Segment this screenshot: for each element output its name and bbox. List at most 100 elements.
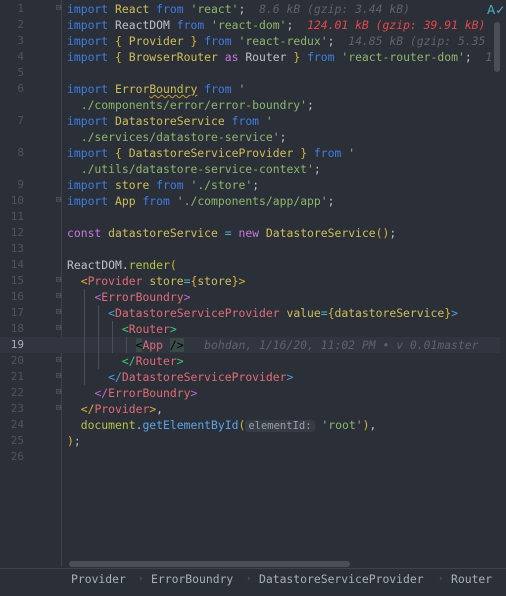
- inline-annotation: bohdan, 1/16/20, 11:02 PM • v 0.01master: [204, 338, 479, 352]
- code-text: <Provider store={store}>: [67, 273, 246, 289]
- code-text: <ErrorBoundry>: [67, 289, 190, 305]
- horizontal-scrollbar[interactable]: [69, 561, 350, 567]
- code-token: (): [375, 226, 390, 240]
- code-line[interactable]: 7 import DatastoreService from ': [0, 113, 500, 129]
- code-line[interactable]: ./components/error/error-boundry';: [0, 97, 500, 113]
- fold-open-icon[interactable]: ⊟: [56, 276, 65, 285]
- spellcheck-icon[interactable]: A✓: [487, 3, 505, 17]
- fold-close-icon[interactable]: ⊟: [56, 372, 65, 381]
- code-token: Router: [245, 50, 294, 64]
- code-token: ;: [327, 194, 335, 208]
- code-token: ./services/datastore-service': [67, 130, 280, 144]
- fold-close-icon[interactable]: ⊟: [56, 196, 65, 205]
- code-text: ReactDOM.render(: [67, 257, 177, 273]
- code-line[interactable]: 9 import store from './store';: [0, 177, 500, 193]
- line-number: 12: [10, 226, 24, 239]
- code-line[interactable]: 8 import { DatastoreServiceProvider } fro…: [0, 145, 500, 161]
- code-token: Boundry: [149, 82, 198, 96]
- line-number: 7: [17, 114, 24, 127]
- line-number: 17: [10, 306, 24, 319]
- code-line[interactable]: 11: [0, 209, 500, 225]
- code-line[interactable]: 14 ReactDOM.render(: [0, 257, 500, 273]
- chevron-right-icon: ›: [438, 574, 444, 584]
- code-text: import { BrowserRouter as Router } from …: [67, 49, 492, 65]
- fold-close-icon[interactable]: ⊟: [56, 356, 65, 365]
- code-token: ': [348, 146, 356, 160]
- code-token: ': [238, 82, 246, 96]
- code-line[interactable]: 21 ⊟ </DatastoreServiceProvider>: [0, 369, 500, 385]
- code-token: </: [94, 386, 109, 400]
- code-token: store: [149, 274, 184, 288]
- code-line[interactable]: 24 document.getElementById(elementId: 'r…: [0, 417, 500, 433]
- code-token: <: [108, 306, 116, 320]
- code-line[interactable]: 15 ⊟ <Provider store={store}>: [0, 273, 500, 289]
- code-line[interactable]: 1 ⊟ import React from 'react'; 8.6 kB (gzi…: [0, 1, 500, 17]
- vertical-scrollbar[interactable]: [494, 22, 500, 72]
- code-line[interactable]: 5: [0, 65, 500, 81]
- code-text: );: [67, 433, 81, 449]
- code-line[interactable]: 2 import ReactDOM from 'react-dom'; 124.0…: [0, 17, 500, 33]
- code-line[interactable]: 23 ⊟ </Provider>,: [0, 401, 500, 417]
- fold-open-icon[interactable]: ⊟: [56, 292, 65, 301]
- line-number: 15: [10, 274, 24, 287]
- code-line[interactable]: 6 import ErrorBoundry from ': [0, 81, 500, 97]
- fold-close-icon[interactable]: ⊟: [56, 404, 65, 413]
- breadcrumb-datastoreserviceprovider[interactable]: DatastoreServiceProvider: [259, 569, 424, 589]
- fold-open-icon[interactable]: ⊟: [56, 4, 65, 13]
- fold-open-icon[interactable]: ⊟: [56, 308, 65, 317]
- line-number: 23: [10, 402, 24, 415]
- fold-close-icon[interactable]: ⊟: [56, 388, 65, 397]
- code-line[interactable]: 19 <App /> bohdan, 1/16/20, 11:02 PM • v…: [0, 337, 500, 353]
- breadcrumb-errorboundry[interactable]: ErrorBoundry: [151, 569, 233, 589]
- code-token: App: [115, 194, 143, 208]
- breadcrumb-provider[interactable]: Provider: [71, 569, 126, 589]
- code-token: ;: [286, 18, 308, 32]
- code-editor[interactable]: 1 ⊟ import React from 'react'; 8.6 kB (gzi…: [0, 0, 506, 567]
- code-token: >: [183, 290, 191, 304]
- breadcrumb-router[interactable]: Router: [451, 569, 492, 589]
- code-token: ;: [279, 130, 287, 144]
- code-token: </: [108, 370, 122, 384]
- code-line[interactable]: 20 ⊟ </Router>: [0, 353, 500, 369]
- code-token: ,: [369, 418, 377, 432]
- code-token: {: [115, 146, 129, 160]
- breadcrumb: Provider › ErrorBoundry › DatastoreServi…: [0, 568, 506, 596]
- code-line[interactable]: 26: [0, 449, 500, 465]
- code-line[interactable]: 18 ⊟ <Router>: [0, 321, 500, 337]
- code-token: >: [176, 354, 184, 368]
- code-token: 'react-router-dom': [341, 50, 465, 64]
- code-line[interactable]: 4 import { BrowserRouter as Router } from…: [0, 49, 500, 65]
- code-token: DatastoreServiceProvider: [115, 306, 287, 320]
- code-line[interactable]: 13: [0, 241, 500, 257]
- line-number: 24: [10, 418, 24, 431]
- code-line[interactable]: 25);: [0, 433, 500, 449]
- code-line[interactable]: 22 ⊟ </ErrorBoundry>: [0, 385, 500, 401]
- code-line[interactable]: 16 ⊟ <ErrorBoundry>: [0, 289, 500, 305]
- code-token: DatastoreService: [265, 226, 376, 240]
- code-token: from: [142, 194, 177, 208]
- code-token: import: [67, 146, 116, 160]
- code-token: ;: [313, 162, 321, 176]
- fold-open-icon[interactable]: ⊟: [56, 324, 65, 333]
- code-token: App: [142, 338, 170, 352]
- code-line[interactable]: 12 const datastoreService = new Datastore…: [0, 225, 500, 241]
- code-line[interactable]: 17 ⊟ <DatastoreServiceProvider value={dat…: [0, 305, 500, 321]
- code-line[interactable]: ./services/datastore-service';: [0, 129, 500, 145]
- code-line[interactable]: 10 ⊟ import App from './components/app/app…: [0, 193, 500, 209]
- code-line[interactable]: ./utils/datastore-service-context';: [0, 161, 500, 177]
- code-line[interactable]: 3 import { Provider } from 'react-redux';…: [0, 33, 500, 49]
- code-text: ./components/error/error-boundry';: [67, 97, 314, 113]
- code-token: 'root': [321, 418, 363, 432]
- code-token: }>: [231, 274, 246, 288]
- code-token: 'react': [190, 2, 239, 16]
- code-token: />: [169, 338, 184, 352]
- code-token: store: [115, 178, 157, 192]
- line-number: 10: [10, 194, 24, 207]
- indent-guide: [98, 305, 99, 369]
- line-number: 26: [10, 450, 24, 463]
- code-text: import { Provider } from 'react-redux'; …: [67, 33, 485, 49]
- code-token: value: [286, 306, 321, 320]
